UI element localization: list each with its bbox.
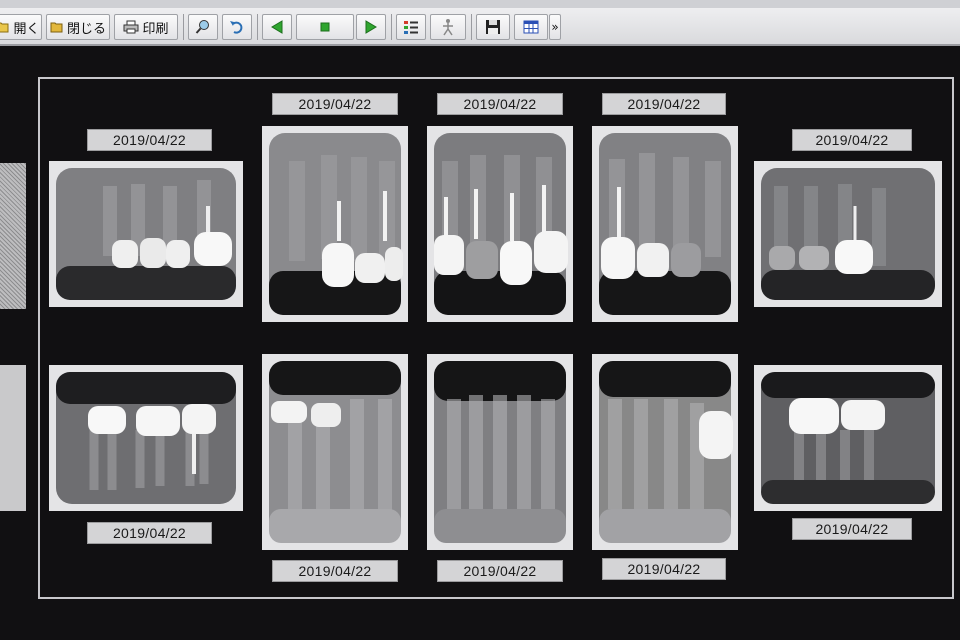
open-button[interactable]: 開く (0, 14, 42, 40)
figure-button[interactable] (430, 14, 466, 40)
person-figure-icon (440, 18, 456, 36)
dental-xray-image (761, 372, 935, 504)
film-date-label: 2019/04/22 (792, 129, 912, 151)
toolbar-separator (391, 14, 392, 40)
film-date-label: 2019/04/22 (437, 560, 563, 582)
dental-xray-image (56, 168, 236, 300)
stop-button[interactable] (296, 14, 354, 40)
toolbar-separator (257, 14, 258, 40)
dental-xray-image (269, 133, 403, 315)
numbered-list-icon (403, 19, 419, 35)
close-label: 閉じる (66, 21, 106, 37)
xray-film[interactable] (262, 126, 408, 322)
dental-xray-image (761, 168, 935, 300)
save-button[interactable] (476, 14, 510, 40)
xray-film[interactable] (592, 126, 738, 322)
film-date-label: 2019/04/22 (87, 129, 212, 151)
xray-film[interactable] (427, 126, 573, 322)
film-date-label: 2019/04/22 (272, 560, 398, 582)
menu-bar (0, 0, 960, 8)
toolbar-separator (183, 14, 184, 40)
zoom-button[interactable] (188, 14, 218, 40)
triangle-left-icon (271, 20, 283, 34)
folder-open-icon (0, 21, 10, 33)
xray-film[interactable] (592, 354, 738, 550)
grid-window-icon (523, 19, 539, 35)
xray-film[interactable] (754, 365, 942, 511)
undo-arrow-icon (229, 19, 245, 35)
film-date-label: 2019/04/22 (602, 93, 726, 115)
triangle-right-icon (365, 20, 377, 34)
dental-xray-image (434, 361, 566, 543)
floppy-disk-icon (485, 19, 501, 35)
xray-film[interactable] (754, 161, 942, 307)
previous-panel-film-edge[interactable] (0, 365, 26, 511)
previous-panel-film-edge[interactable] (0, 163, 26, 309)
toolbar-overflow-button[interactable]: » (549, 14, 561, 40)
film-date-label: 2019/04/22 (437, 93, 563, 115)
close-button[interactable]: 閉じる (46, 14, 110, 40)
dental-xray-image (599, 361, 733, 543)
printer-icon (123, 20, 139, 34)
toolbar: 開く 閉じる 印刷 » (0, 8, 960, 46)
xray-film[interactable] (49, 161, 243, 307)
xray-film[interactable] (427, 354, 573, 550)
toolbar-separator (471, 14, 472, 40)
xray-film[interactable] (49, 365, 243, 511)
dental-xray-image (434, 133, 568, 315)
overflow-label: » (551, 20, 559, 34)
layout-grid-button[interactable] (514, 14, 548, 40)
film-date-label: 2019/04/22 (272, 93, 398, 115)
dental-xray-image (269, 361, 401, 543)
open-label: 開く (13, 21, 40, 37)
square-stop-icon (320, 22, 330, 32)
film-date-label: 2019/04/22 (602, 558, 726, 580)
undo-button[interactable] (222, 14, 252, 40)
print-label: 印刷 (142, 21, 169, 37)
dental-xray-image (599, 133, 731, 315)
next-button[interactable] (356, 14, 386, 40)
dental-xray-image (56, 372, 236, 504)
print-button[interactable]: 印刷 (114, 14, 178, 40)
film-date-label: 2019/04/22 (792, 518, 912, 540)
film-date-label: 2019/04/22 (87, 522, 212, 544)
previous-button[interactable] (262, 14, 292, 40)
magnifier-icon (195, 19, 211, 35)
folder-icon (50, 21, 64, 33)
xray-film[interactable] (262, 354, 408, 550)
list-button[interactable] (396, 14, 426, 40)
